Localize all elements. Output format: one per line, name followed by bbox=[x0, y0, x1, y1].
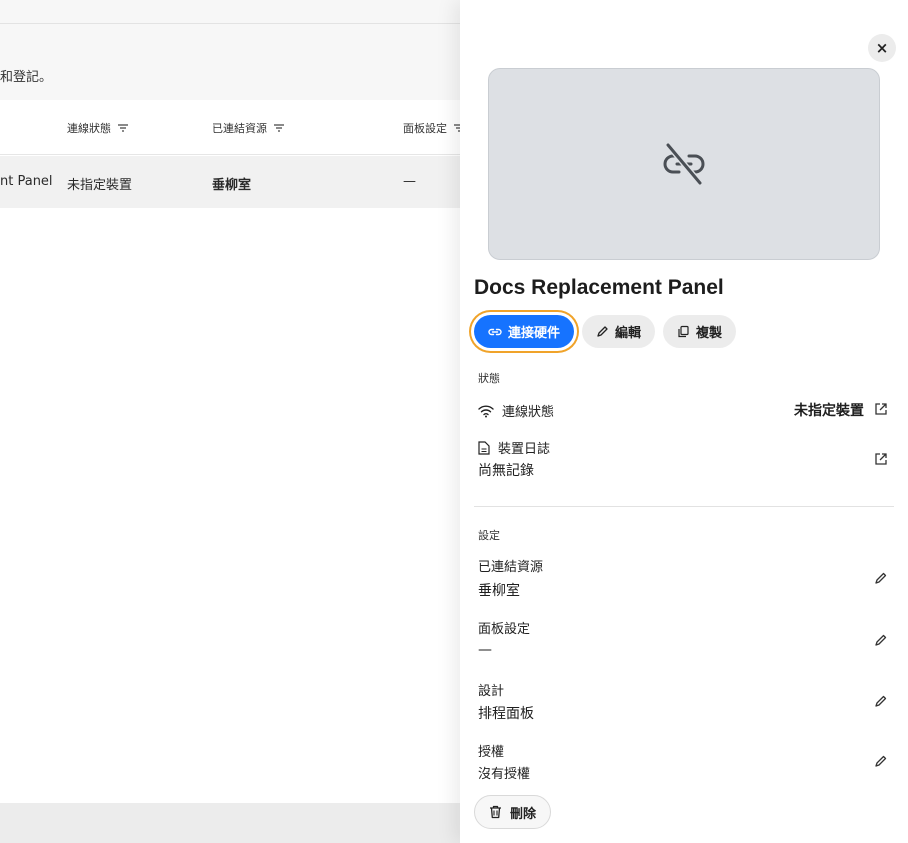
cell-device-name: nt Panel bbox=[0, 174, 53, 189]
connection-status-value: 未指定裝置 bbox=[794, 403, 864, 419]
unlinked-icon bbox=[663, 142, 705, 186]
device-title: Docs Replacement Panel bbox=[474, 276, 724, 299]
document-icon bbox=[478, 440, 490, 455]
setting-label-license: 授權 bbox=[478, 745, 505, 760]
pencil-icon bbox=[597, 326, 608, 337]
cell-status: 未指定裝置 bbox=[67, 178, 133, 193]
status-section-label: 狀態 bbox=[478, 372, 500, 385]
column-header-panel-setting[interactable]: 面板設定 bbox=[403, 120, 465, 136]
setting-value-license: 沒有授權 bbox=[478, 767, 531, 782]
external-link-icon[interactable] bbox=[874, 402, 888, 416]
device-preview bbox=[488, 68, 880, 260]
edit-pencil-icon[interactable] bbox=[874, 633, 888, 647]
trash-icon bbox=[490, 805, 501, 819]
close-button[interactable]: × bbox=[868, 34, 896, 62]
connection-status-row: 連線狀態 bbox=[478, 401, 554, 420]
connection-status-label: 連線狀態 bbox=[502, 405, 555, 420]
external-link-icon[interactable] bbox=[874, 452, 888, 466]
setting-label-resource: 已連結資源 bbox=[478, 560, 544, 575]
edit-pencil-icon[interactable] bbox=[874, 754, 888, 768]
action-bar: 連接硬件 編輯 複製 bbox=[474, 315, 737, 348]
column-header-label: 已連結資源 bbox=[212, 122, 267, 135]
wifi-icon bbox=[478, 404, 494, 417]
page-description: 和登記。 bbox=[0, 70, 53, 85]
column-header-label: 連線狀態 bbox=[67, 122, 111, 135]
device-log-row: 裝置日誌 bbox=[478, 438, 550, 457]
device-detail-panel: × Docs Replacement Panel 連接硬件 編輯 複製 狀態 連… bbox=[460, 0, 908, 843]
column-header-label: 面板設定 bbox=[403, 122, 447, 135]
setting-label-panel-setting: 面板設定 bbox=[478, 622, 531, 637]
filter-icon[interactable] bbox=[273, 123, 285, 133]
filter-icon[interactable] bbox=[117, 123, 129, 133]
delete-label: 刪除 bbox=[510, 806, 537, 822]
edit-label: 編輯 bbox=[615, 326, 642, 341]
link-icon bbox=[488, 328, 502, 335]
duplicate-button[interactable]: 複製 bbox=[663, 315, 737, 348]
column-header-status[interactable]: 連線狀態 bbox=[67, 120, 129, 136]
cell-panel-setting: — bbox=[403, 174, 416, 189]
edit-pencil-icon[interactable] bbox=[874, 571, 888, 585]
cell-resource: 垂柳室 bbox=[212, 178, 252, 193]
settings-section-label: 設定 bbox=[478, 529, 500, 542]
section-divider bbox=[474, 506, 894, 507]
device-log-label: 裝置日誌 bbox=[498, 442, 551, 457]
delete-button[interactable]: 刪除 bbox=[474, 795, 552, 829]
copy-icon bbox=[678, 325, 689, 338]
setting-value-design: 排程面板 bbox=[478, 706, 534, 722]
connect-hardware-label: 連接硬件 bbox=[508, 326, 561, 341]
setting-value-resource: 垂柳室 bbox=[478, 583, 520, 599]
duplicate-label: 複製 bbox=[696, 326, 723, 341]
setting-label-design: 設計 bbox=[478, 684, 505, 699]
edit-button[interactable]: 編輯 bbox=[582, 315, 656, 348]
setting-value-panel-setting: — bbox=[478, 642, 492, 658]
connect-hardware-button[interactable]: 連接硬件 bbox=[474, 315, 575, 348]
device-log-value: 尚無記錄 bbox=[478, 463, 534, 479]
edit-pencil-icon[interactable] bbox=[874, 694, 888, 708]
column-header-resource[interactable]: 已連結資源 bbox=[212, 120, 285, 136]
